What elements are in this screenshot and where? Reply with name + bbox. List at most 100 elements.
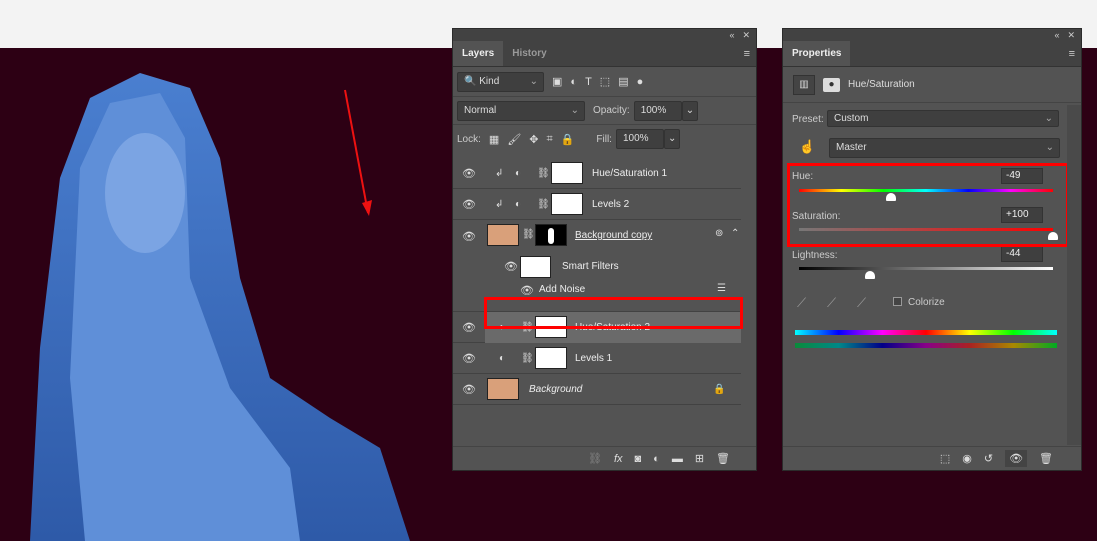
- lock-position-icon[interactable]: ✥: [529, 133, 538, 146]
- input-color-bar: [795, 330, 1057, 335]
- photo-blue-portrait: [30, 73, 410, 541]
- visibility-eye-icon[interactable]: 👁: [461, 321, 477, 334]
- layer-row[interactable]: 👁 ◐ ⛓ Levels 1: [453, 343, 741, 374]
- lock-image-icon[interactable]: 🖌: [507, 133, 521, 146]
- collapse-icon[interactable]: «: [1054, 29, 1059, 41]
- colorize-label: Colorize: [908, 297, 945, 308]
- preset-dropdown[interactable]: Custom ⌄: [827, 110, 1059, 127]
- link-icon: ⛓: [521, 352, 534, 364]
- view-previous-icon[interactable]: ◉: [962, 452, 972, 465]
- clip-to-layer-icon[interactable]: ⬚: [940, 452, 950, 465]
- properties-panel: « ✕ Properties ≡ ▥ ● Hue/Saturation Prese…: [782, 28, 1082, 471]
- visibility-eye-icon[interactable]: 👁: [461, 383, 477, 396]
- eyedropper-subtract-icon[interactable]: ⟋: [857, 295, 866, 311]
- lock-transparent-icon[interactable]: ▦: [489, 133, 499, 146]
- output-color-bar: [795, 343, 1057, 348]
- preset-label: Preset:: [792, 114, 824, 125]
- layer-name: Background: [529, 383, 583, 395]
- lock-icon: 🔒: [713, 383, 726, 395]
- reset-icon[interactable]: ↺: [984, 452, 993, 465]
- highlight-box: [484, 297, 743, 329]
- panel-menu-icon[interactable]: ≡: [744, 48, 750, 60]
- link-layers-icon[interactable]: ⛓: [588, 452, 602, 465]
- link-icon: ⛓: [537, 167, 550, 179]
- new-adjustment-icon[interactable]: ◐: [653, 453, 660, 465]
- layer-name: Levels 2: [592, 198, 630, 210]
- targeted-adjustment-hand-icon[interactable]: ☝: [799, 139, 815, 155]
- close-icon[interactable]: ✕: [742, 29, 750, 41]
- eyedropper-add-icon[interactable]: ⟋: [827, 295, 836, 311]
- layers-panel: «✕ Layers History ≡ 🔍 Kind ⌄ ▣ ◐ T ⬚ ▤ ● …: [452, 28, 757, 471]
- lock-all-icon[interactable]: 🔒: [561, 133, 575, 146]
- eyedropper-icon[interactable]: ⟋: [797, 295, 806, 311]
- filter-toggle-icon[interactable]: ●: [637, 76, 644, 88]
- layer-row[interactable]: 👁 ↲ ◐ ⛓ Levels 2: [453, 189, 741, 220]
- link-icon: ⛓: [522, 229, 535, 240]
- layer-mask-thumbnail: [551, 162, 583, 184]
- shape-filter-icon[interactable]: ⬚: [600, 75, 610, 88]
- filter-kind-dropdown[interactable]: 🔍 Kind ⌄: [457, 71, 544, 92]
- clip-arrow-icon: ↲: [495, 167, 504, 179]
- layer-mask-thumbnail: [535, 347, 567, 369]
- layer-name: Hue/Saturation 1: [592, 167, 668, 179]
- tab-properties[interactable]: Properties: [783, 41, 851, 66]
- visibility-eye-icon[interactable]: 👁: [461, 198, 477, 211]
- visibility-eye-icon[interactable]: 👁: [461, 230, 477, 243]
- visibility-eye-icon[interactable]: 👁: [503, 260, 519, 273]
- fill-input[interactable]: 100%: [615, 129, 664, 149]
- type-filter-icon[interactable]: T: [585, 76, 592, 88]
- fill-dropdown[interactable]: ⌄: [663, 129, 680, 149]
- fill-value: 100%: [622, 133, 649, 144]
- opacity-input[interactable]: 100%: [633, 100, 682, 121]
- filter-name[interactable]: Add Noise: [539, 284, 585, 295]
- layer-row[interactable]: 👁 ↲ ◐ ⛓ Hue/Saturation 1: [453, 158, 741, 189]
- preset-value: Custom: [834, 113, 869, 124]
- colorize-checkbox[interactable]: [893, 297, 902, 306]
- layer-thumbnail: [487, 378, 519, 400]
- highlight-box: [787, 163, 1069, 247]
- layer-row[interactable]: 👁 Background 🔒: [453, 374, 741, 405]
- collapse-chevron-icon[interactable]: ⌃: [731, 228, 739, 239]
- blend-mode-dropdown[interactable]: Normal ⌄: [457, 100, 585, 121]
- close-icon[interactable]: ✕: [1067, 29, 1075, 41]
- mask-properties-icon[interactable]: ●: [823, 77, 840, 92]
- tab-layers[interactable]: Layers: [453, 41, 504, 66]
- visibility-eye-icon[interactable]: 👁: [461, 352, 477, 365]
- smart-filter-icon: ⊚: [715, 228, 724, 239]
- new-group-icon[interactable]: ▬: [672, 453, 683, 465]
- layer-mask-thumbnail: [535, 224, 567, 246]
- lock-label: Lock:: [457, 133, 481, 145]
- new-layer-icon[interactable]: ⊞: [695, 452, 704, 465]
- visibility-eye-icon[interactable]: 👁: [519, 284, 535, 297]
- lightness-slider-track[interactable]: [799, 267, 1053, 270]
- adjustment-filter-icon[interactable]: ◐: [570, 76, 577, 88]
- visibility-eye-icon[interactable]: 👁: [461, 167, 477, 180]
- smart-object-filter-icon[interactable]: ▤: [618, 75, 628, 88]
- smart-object-thumbnail: [487, 224, 519, 246]
- smart-filters-label: Smart Filters: [562, 261, 619, 272]
- layer-name: Levels 1: [575, 352, 613, 364]
- panel-menu-icon[interactable]: ≡: [1069, 48, 1075, 60]
- collapse-icon[interactable]: «: [729, 29, 734, 41]
- delete-icon[interactable]: 🗑: [716, 452, 730, 465]
- channel-dropdown[interactable]: Master ⌄: [829, 138, 1060, 158]
- tab-history[interactable]: History: [503, 41, 555, 66]
- fx-icon[interactable]: fx: [614, 453, 623, 465]
- toggle-visibility-icon[interactable]: 👁: [1005, 450, 1028, 467]
- lock-artboard-icon[interactable]: ⌗: [547, 133, 553, 146]
- fill-label: Fill:: [596, 133, 612, 145]
- opacity-value: 100%: [640, 104, 667, 116]
- lightness-slider-knob[interactable]: [865, 271, 876, 279]
- scrollbar[interactable]: [1067, 105, 1081, 445]
- lightness-input[interactable]: -44: [1001, 246, 1043, 262]
- smart-filter-mask-thumbnail: [520, 256, 551, 278]
- filter-value: Kind: [479, 75, 500, 87]
- blend-mode-value: Normal: [464, 104, 497, 116]
- add-mask-icon[interactable]: ◙: [635, 453, 642, 465]
- filter-options-icon[interactable]: ☰: [717, 283, 726, 294]
- image-filter-icon[interactable]: ▣: [552, 75, 562, 88]
- opacity-dropdown[interactable]: ⌄: [681, 100, 698, 121]
- adjustment-properties-icon[interactable]: ▥: [793, 74, 815, 95]
- delete-icon[interactable]: 🗑: [1039, 452, 1053, 465]
- clip-arrow-icon: ↲: [495, 198, 504, 210]
